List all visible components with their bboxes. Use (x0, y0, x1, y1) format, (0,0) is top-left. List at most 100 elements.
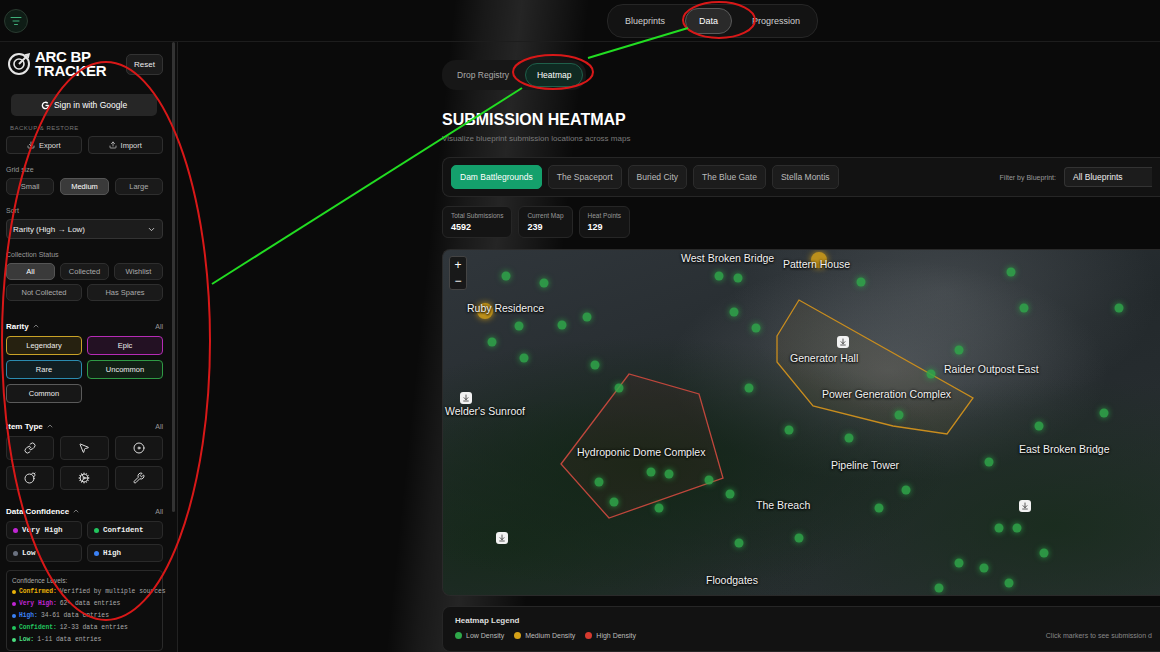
heat-point[interactable] (845, 434, 854, 443)
heat-point[interactable] (955, 346, 964, 355)
heat-point[interactable] (1007, 268, 1016, 277)
scrollbar[interactable] (172, 42, 175, 512)
zoom-in-button[interactable]: + (450, 257, 466, 273)
heat-point[interactable] (558, 321, 567, 330)
import-button[interactable]: Import (88, 136, 164, 154)
nav-tab[interactable]: Data (685, 8, 732, 34)
heat-point[interactable] (935, 584, 944, 593)
confidence-button[interactable]: Confident (87, 521, 163, 539)
rarity-all-link[interactable]: All (155, 323, 163, 330)
map-tab[interactable]: Dam Battlegrounds (451, 165, 542, 189)
heat-point[interactable] (902, 486, 911, 495)
heat-point[interactable] (1005, 579, 1014, 588)
data-confidence-all-link[interactable]: All (155, 508, 163, 515)
sort-select[interactable]: Rarity (High → Low) (6, 219, 163, 239)
heat-point[interactable] (795, 534, 804, 543)
item-type-button[interactable] (115, 436, 163, 460)
heat-point[interactable] (927, 370, 936, 379)
power-generation-zone[interactable] (777, 300, 973, 434)
chevron-up-icon[interactable] (72, 507, 80, 515)
map-tab[interactable]: Stella Montis (772, 165, 839, 189)
item-type-all-link[interactable]: All (155, 423, 163, 430)
heat-point[interactable] (540, 279, 549, 288)
sub-tab[interactable]: Drop Registry (445, 63, 521, 87)
heat-point[interactable] (734, 274, 743, 283)
collection-status-button[interactable]: Collected (60, 263, 109, 280)
chevron-up-icon[interactable] (46, 422, 54, 430)
rarity-button[interactable]: Common (6, 384, 82, 403)
heat-point[interactable] (726, 490, 735, 499)
rarity-button[interactable]: Legendary (6, 336, 82, 355)
heat-point[interactable] (1020, 304, 1029, 313)
collection-status-button[interactable]: Wishlist (114, 263, 163, 280)
grid-size-button[interactable]: Medium (60, 178, 108, 195)
heat-point[interactable] (875, 504, 884, 513)
map-marker[interactable] (496, 532, 508, 544)
menu-button[interactable] (4, 9, 28, 33)
heat-point[interactable] (895, 411, 904, 420)
map-marker[interactable] (460, 392, 472, 404)
heat-point[interactable] (515, 322, 524, 331)
heat-point[interactable] (1040, 549, 1049, 558)
rarity-button[interactable]: Epic (87, 336, 163, 355)
chevron-up-icon[interactable] (32, 322, 40, 330)
nav-tab[interactable]: Blueprints (611, 8, 679, 34)
heat-point[interactable] (488, 338, 497, 347)
heat-point[interactable] (995, 524, 1004, 533)
map-marker[interactable] (837, 336, 849, 348)
collection-status-button[interactable]: Has Spares (87, 284, 163, 301)
heat-point[interactable] (730, 308, 739, 317)
heat-point[interactable] (752, 324, 761, 333)
heat-point[interactable] (647, 468, 656, 477)
nav-tab[interactable]: Progression (738, 8, 814, 34)
heat-point[interactable] (705, 476, 714, 485)
heat-point[interactable] (955, 559, 964, 568)
item-type-button[interactable] (60, 466, 108, 490)
item-type-button[interactable] (6, 466, 54, 490)
heat-point[interactable] (665, 470, 674, 479)
heat-point[interactable] (715, 272, 724, 281)
grid-size-button[interactable]: Small (6, 178, 54, 195)
heat-point[interactable] (985, 458, 994, 467)
confidence-button[interactable]: Very High (6, 521, 82, 539)
rarity-button[interactable]: Uncommon (87, 360, 163, 379)
sign-in-button[interactable]: Sign in with Google (11, 94, 157, 116)
map-tab[interactable]: The Blue Gate (693, 165, 766, 189)
heat-point[interactable] (591, 361, 600, 370)
heat-point[interactable] (520, 354, 529, 363)
heat-point[interactable] (1035, 422, 1044, 431)
heat-point[interactable] (655, 504, 664, 513)
filter-select[interactable]: All Blueprints (1064, 167, 1152, 187)
reset-button[interactable]: Reset (126, 54, 163, 75)
sub-tab[interactable]: Heatmap (525, 63, 584, 87)
rarity-button[interactable]: Rare (6, 360, 82, 379)
heat-point[interactable] (1013, 524, 1022, 533)
heat-point[interactable] (502, 272, 511, 281)
map-tab[interactable]: The Spaceport (548, 165, 622, 189)
hydroponic-zone[interactable] (561, 374, 723, 518)
heat-point[interactable] (595, 478, 604, 487)
export-button[interactable]: Export (6, 136, 82, 154)
heat-point[interactable] (735, 539, 744, 548)
map-tab[interactable]: Buried City (628, 165, 688, 189)
rarity-header[interactable]: RarityAll (6, 321, 163, 331)
collection-status-button[interactable]: All (6, 263, 55, 280)
map-marker[interactable] (1019, 500, 1031, 512)
confidence-button[interactable]: Low (6, 544, 82, 562)
heat-point[interactable] (610, 498, 619, 507)
heat-point[interactable] (980, 564, 989, 573)
grid-size-button[interactable]: Large (115, 178, 163, 195)
heat-point[interactable] (745, 384, 754, 393)
confidence-button[interactable]: High (87, 544, 163, 562)
heat-point[interactable] (615, 384, 624, 393)
heat-point[interactable] (857, 278, 866, 287)
item-type-button[interactable] (60, 436, 108, 460)
heatmap-map[interactable]: +−West Broken BridgePattern HouseRuby Re… (442, 249, 1160, 596)
heat-point[interactable] (583, 313, 592, 322)
zoom-out-button[interactable]: − (450, 273, 466, 289)
item-type-header[interactable]: Item TypeAll (6, 421, 163, 431)
data-confidence-header[interactable]: Data ConfidenceAll (6, 506, 163, 516)
item-type-button[interactable] (115, 466, 163, 490)
heat-point[interactable] (1115, 304, 1124, 313)
collection-status-button[interactable]: Not Collected (6, 284, 82, 301)
